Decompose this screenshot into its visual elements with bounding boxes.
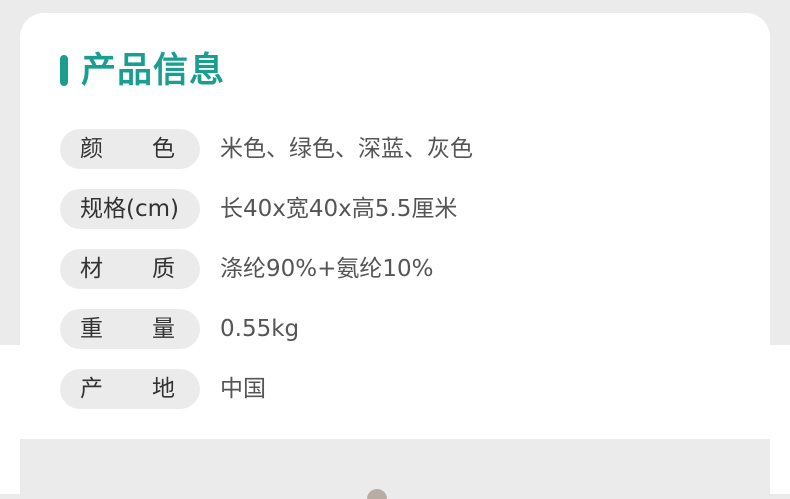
- spec-value: 长40x宽40x高5.5厘米: [220, 196, 458, 222]
- spec-value: 涤纶90%+氨纶10%: [220, 256, 434, 282]
- spec-label-char: 产: [80, 376, 103, 402]
- spec-label-pill: 产 地: [60, 369, 200, 409]
- spec-label-pill: 规格(cm): [60, 189, 200, 229]
- spec-label-char: 重: [80, 316, 103, 342]
- section-title: 产品信息: [81, 51, 226, 91]
- spec-value: 0.55kg: [220, 316, 300, 342]
- spec-label-pill: 材 质: [60, 249, 200, 289]
- spec-value: 中国: [220, 376, 266, 402]
- spec-label-char: 色: [152, 136, 175, 162]
- title-accent-bar: [60, 55, 68, 86]
- spec-label-pill: 颜 色: [60, 129, 200, 169]
- spec-value: 米色、绿色、深蓝、灰色: [220, 136, 473, 162]
- product-image-panel: [20, 439, 770, 494]
- spec-label-char: 质: [152, 256, 175, 282]
- spec-label: 规格(cm): [80, 196, 179, 222]
- spec-label-pill: 重 量: [60, 309, 200, 349]
- spec-label-char: 材: [80, 256, 103, 282]
- spec-label-char: 地: [152, 376, 175, 402]
- spec-label-char: 颜: [80, 136, 103, 162]
- spec-label-char: 量: [152, 316, 175, 342]
